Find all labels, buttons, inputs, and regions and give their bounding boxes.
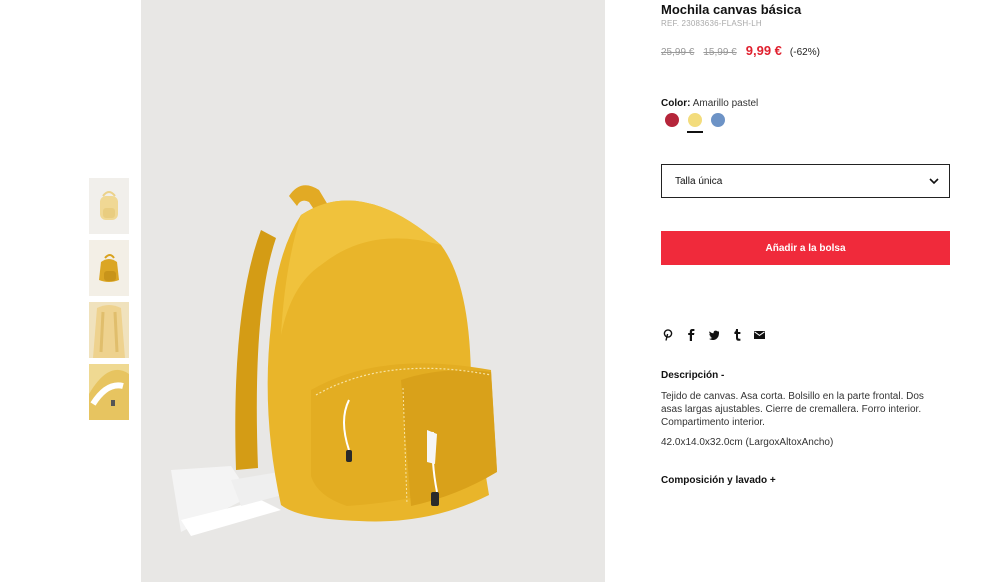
add-to-bag-button[interactable]: Añadir a la bolsa — [661, 231, 950, 265]
size-select[interactable]: Talla única — [661, 164, 950, 198]
size-selected-label: Talla única — [675, 175, 723, 187]
discount-badge: (-62%) — [789, 47, 820, 58]
share-icons — [662, 328, 777, 341]
color-selected-name: Amarillo pastel — [692, 98, 759, 109]
tumblr-icon[interactable] — [731, 328, 742, 341]
product-ref: REF. 23083636-FLASH-LH — [661, 19, 762, 28]
twitter-icon[interactable] — [708, 328, 719, 341]
description-toggle[interactable]: Descripción - — [661, 370, 724, 381]
facebook-icon[interactable] — [685, 328, 696, 341]
description-dimensions: 42.0x14.0x32.0cm (LargoxAltoxAncho) — [661, 437, 834, 448]
composition-toggle[interactable]: Composición y lavado + — [661, 475, 776, 486]
product-title: Mochila canvas básica — [661, 2, 802, 17]
thumbnail-list — [89, 178, 129, 426]
swatch-yellow[interactable] — [687, 113, 703, 133]
swatch-red[interactable] — [665, 113, 679, 127]
thumbnail-front[interactable] — [89, 178, 129, 234]
price-row: 25,99 € 15,99 € 9,99 € (-62%) — [661, 43, 820, 58]
color-swatches — [665, 113, 734, 133]
thumbnail-side[interactable] — [89, 240, 129, 296]
thumbnail-back[interactable] — [89, 302, 129, 358]
price-previous: 15,99 € — [703, 47, 737, 58]
price-current: 9,99 € — [745, 43, 782, 58]
thumbnail-detail[interactable] — [89, 364, 129, 420]
color-label: Color: — [661, 98, 691, 109]
description-text: Tejido de canvas. Asa corta. Bolsillo en… — [661, 391, 924, 428]
swatch-blue[interactable] — [711, 113, 725, 127]
product-image — [141, 0, 605, 582]
chevron-down-icon — [929, 177, 939, 185]
pinterest-icon[interactable] — [662, 328, 673, 341]
color-label-row: Color: Amarillo pastel — [661, 98, 758, 109]
price-original: 25,99 € — [661, 47, 695, 58]
email-icon[interactable] — [754, 328, 765, 341]
